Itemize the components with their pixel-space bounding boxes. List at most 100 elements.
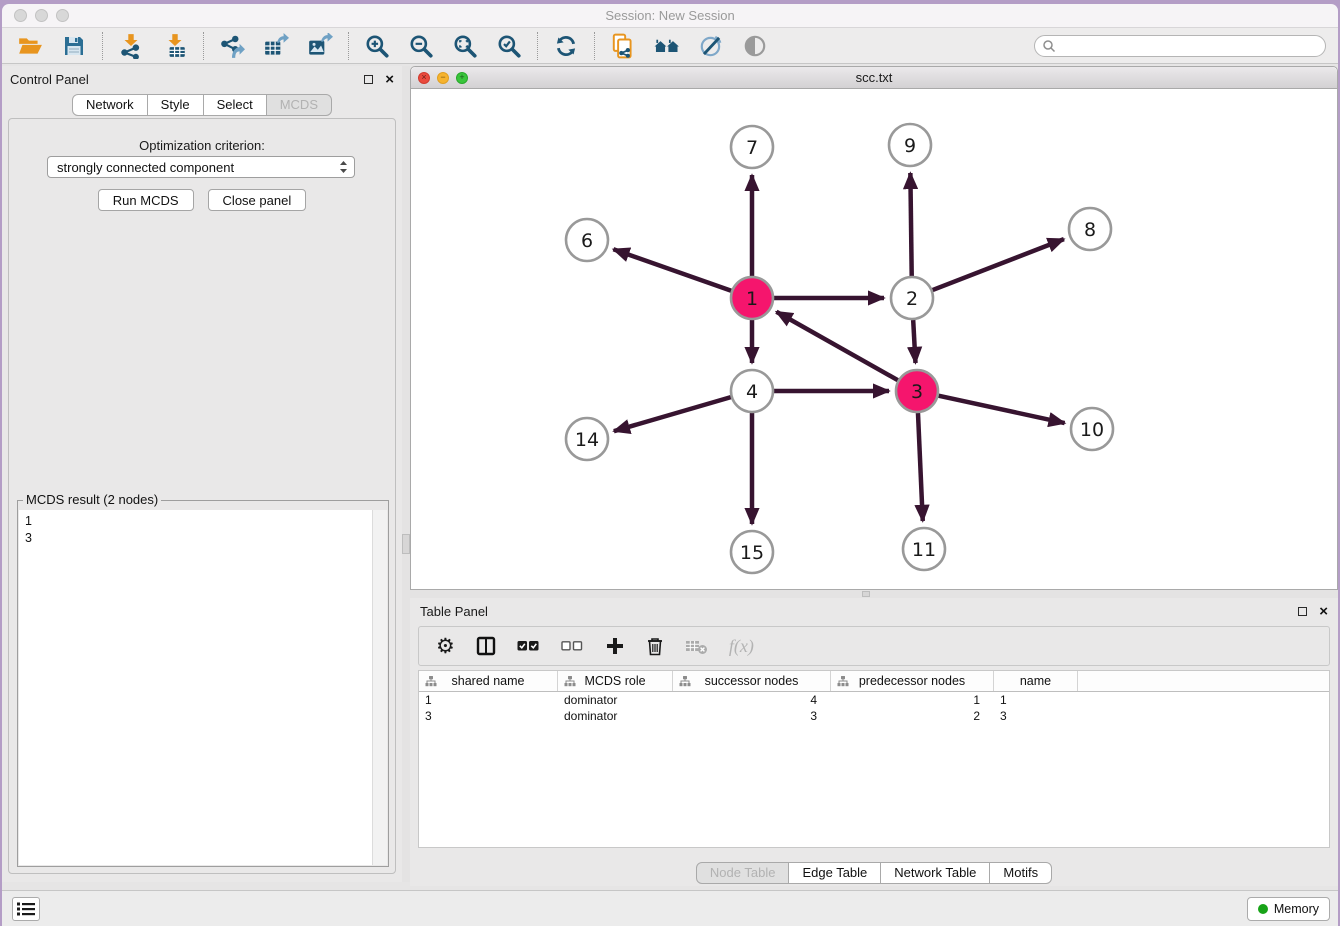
run-mcds-button[interactable]: Run MCDS	[98, 189, 194, 211]
save-session-icon[interactable]	[52, 30, 96, 62]
splitter-handle[interactable]	[862, 591, 870, 597]
close-panel-button[interactable]: Close panel	[208, 189, 307, 211]
toggle-columns-icon[interactable]	[476, 636, 496, 656]
graph-node-10[interactable]: 10	[1071, 408, 1113, 450]
criterion-select[interactable]: strongly connected component	[47, 156, 355, 178]
zoom-in-icon[interactable]	[355, 30, 399, 62]
close-panel-icon[interactable]: ×	[385, 72, 394, 87]
clone-network-icon[interactable]	[601, 30, 645, 62]
result-scrollbar[interactable]	[372, 510, 387, 865]
search-field[interactable]	[1034, 35, 1326, 57]
equation-fx-icon[interactable]: f(x)	[729, 636, 754, 657]
table-row[interactable]: 1dominator411	[419, 692, 1329, 708]
window-title: Session: New Session	[2, 8, 1338, 23]
splitter-handle[interactable]	[402, 534, 410, 554]
float-panel-icon[interactable]	[364, 75, 373, 84]
close-panel-icon[interactable]: ×	[1319, 604, 1328, 619]
table-cell[interactable]: 3	[673, 708, 831, 724]
table-cell[interactable]: 1	[994, 692, 1078, 708]
graph-node-1[interactable]: 1	[731, 277, 773, 319]
tab-edge-table[interactable]: Edge Table	[788, 862, 881, 884]
delete-column-icon[interactable]	[646, 636, 664, 656]
table-cell[interactable]: dominator	[558, 708, 673, 724]
export-network-icon[interactable]	[210, 30, 254, 62]
first-neighbors-icon[interactable]	[645, 30, 689, 62]
add-column-icon[interactable]	[605, 636, 625, 656]
column-header-name[interactable]: name	[994, 671, 1078, 691]
graph-node-9[interactable]: 9	[889, 124, 931, 166]
table-cell[interactable]: 3	[994, 708, 1078, 724]
graph-node-4[interactable]: 4	[731, 370, 773, 412]
network-zoom-button[interactable]: +	[456, 72, 468, 84]
table-cell[interactable]: 2	[831, 708, 994, 724]
vertical-splitter[interactable]	[402, 66, 410, 882]
settings-gear-icon[interactable]: ⚙	[436, 636, 455, 657]
delete-table-icon[interactable]	[685, 637, 708, 655]
export-image-icon[interactable]	[298, 30, 342, 62]
tab-select[interactable]: Select	[203, 94, 267, 116]
node-label: 11	[912, 539, 936, 561]
tab-motifs[interactable]: Motifs	[989, 862, 1052, 884]
attribute-tree-icon	[679, 676, 691, 687]
apply-style-icon[interactable]	[689, 30, 733, 62]
memory-button[interactable]: Memory	[1247, 897, 1330, 921]
zoom-window-button[interactable]	[56, 9, 69, 22]
table-row[interactable]: 3dominator323	[419, 708, 1329, 724]
optimization-label: Optimization criterion:	[9, 138, 395, 153]
table-cell[interactable]: 4	[673, 692, 831, 708]
graph-node-14[interactable]: 14	[566, 418, 608, 460]
tab-network[interactable]: Network	[72, 94, 148, 116]
zoom-selected-icon[interactable]	[487, 30, 531, 62]
tab-network-table[interactable]: Network Table	[880, 862, 990, 884]
network-canvas[interactable]: 1 2 3 4 6 7 8 9 10 11 14 15	[411, 89, 1337, 589]
table-cell[interactable]: 1	[831, 692, 994, 708]
graph-edge-2-9[interactable]	[910, 173, 911, 276]
graph-edge-3-10[interactable]	[938, 396, 1064, 423]
export-table-icon[interactable]	[254, 30, 298, 62]
tab-node-table[interactable]: Node Table	[696, 862, 790, 884]
column-header-successor-nodes[interactable]: successor nodes	[673, 671, 831, 691]
graph-node-2[interactable]: 2	[891, 277, 933, 319]
column-header-MCDS-role[interactable]: MCDS role	[558, 671, 673, 691]
graph-node-6[interactable]: 6	[566, 219, 608, 261]
table-cell[interactable]: dominator	[558, 692, 673, 708]
graph-node-7[interactable]: 7	[731, 126, 773, 168]
close-window-button[interactable]	[14, 9, 27, 22]
import-table-icon[interactable]	[153, 30, 197, 62]
table-cell[interactable]: 1	[419, 692, 558, 708]
minimize-window-button[interactable]	[35, 9, 48, 22]
float-panel-icon[interactable]	[1298, 607, 1307, 616]
search-input[interactable]	[1056, 37, 1325, 55]
graph-edge-3-1[interactable]	[776, 312, 897, 380]
show-hide-icon[interactable]	[733, 30, 777, 62]
task-history-button[interactable]	[12, 897, 40, 921]
select-all-icon[interactable]	[517, 639, 540, 654]
status-bar: Memory	[2, 890, 1338, 926]
refresh-layout-icon[interactable]	[544, 30, 588, 62]
tab-mcds[interactable]: MCDS	[266, 94, 332, 116]
graph-edge-4-14[interactable]	[614, 397, 731, 431]
column-header-shared-name[interactable]: shared name	[419, 671, 558, 691]
node-label: 10	[1080, 419, 1104, 441]
column-header-predecessor-nodes[interactable]: predecessor nodes	[831, 671, 994, 691]
graph-node-11[interactable]: 11	[903, 528, 945, 570]
horizontal-splitter[interactable]	[410, 590, 1338, 598]
deselect-all-icon[interactable]	[561, 639, 584, 654]
tab-style[interactable]: Style	[147, 94, 204, 116]
criterion-value: strongly connected component	[57, 160, 339, 175]
graph-node-3[interactable]: 3	[896, 370, 938, 412]
graph-edge-2-8[interactable]	[933, 239, 1064, 290]
network-close-button[interactable]: ×	[418, 72, 430, 84]
network-minimize-button[interactable]: −	[437, 72, 449, 84]
graph-node-15[interactable]: 15	[731, 531, 773, 573]
table-cell[interactable]: 3	[419, 708, 558, 724]
import-network-icon[interactable]	[109, 30, 153, 62]
open-file-icon[interactable]	[8, 30, 52, 62]
zoom-fit-icon[interactable]	[443, 30, 487, 62]
graph-node-8[interactable]: 8	[1069, 208, 1111, 250]
zoom-out-icon[interactable]	[399, 30, 443, 62]
graph-edge-2-3[interactable]	[913, 320, 915, 363]
graph-edge-1-6[interactable]	[613, 249, 731, 290]
attribute-tree-icon	[837, 676, 849, 687]
graph-edge-3-11[interactable]	[918, 413, 923, 521]
